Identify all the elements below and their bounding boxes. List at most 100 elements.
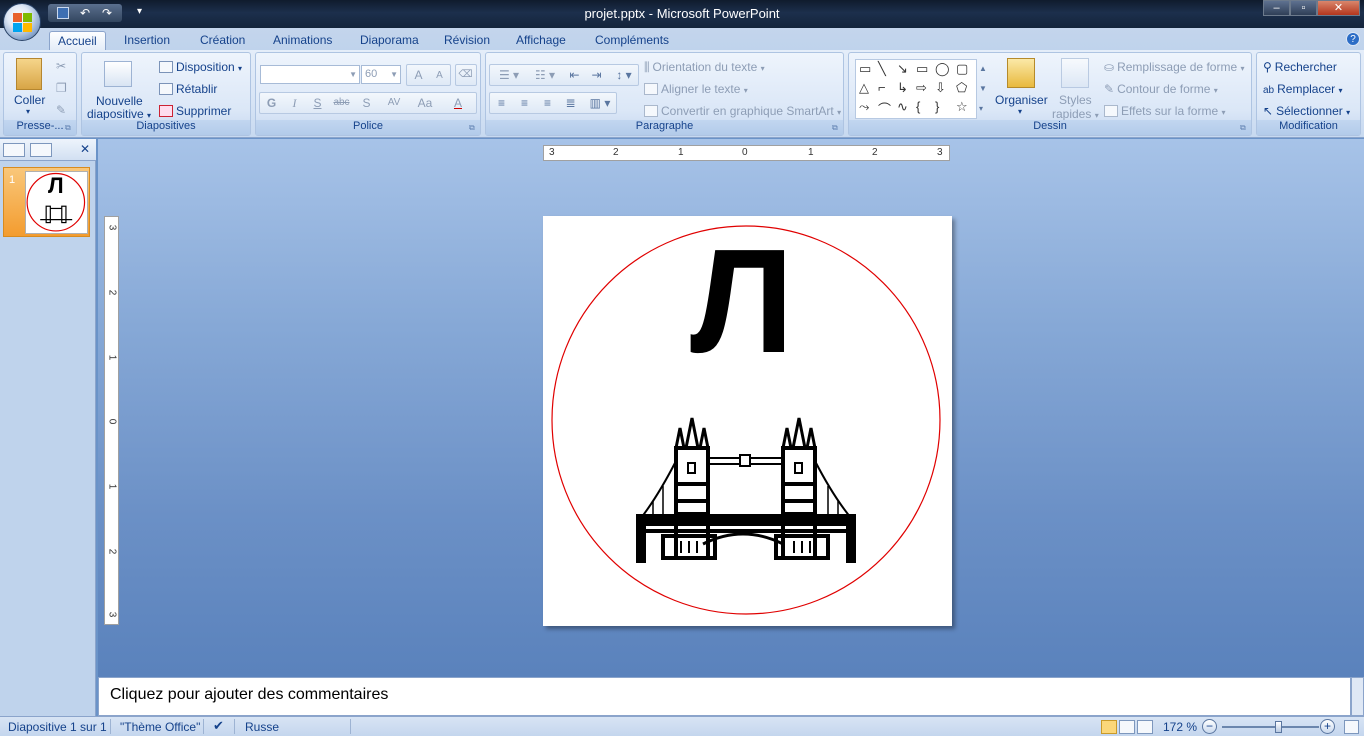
copy-icon[interactable]: ❐ [56,81,67,95]
tab-accueil[interactable]: Accueil [49,31,106,50]
tab-revision[interactable]: Révision [436,31,498,50]
underline-button[interactable]: S [307,93,328,113]
rectangle-shape-icon[interactable]: ▭ [916,61,928,77]
replace-button[interactable]: ab Remplacer ▾ [1263,82,1343,96]
select-button[interactable]: ↖ Sélectionner ▾ [1263,104,1350,118]
align-left-icon[interactable]: ≡ [491,93,512,113]
paste-dropdown-icon[interactable]: ▾ [26,107,30,116]
triangle-shape-icon[interactable]: △ [859,80,869,96]
shrink-font-button[interactable]: A [429,66,450,86]
tab-diaporama[interactable]: Diaporama [352,31,427,50]
tab-complements[interactable]: Compléments [587,31,677,50]
tab-animations[interactable]: Animations [265,31,340,50]
shape-fill-button[interactable]: ⛀ Remplissage de forme ▾ [1104,60,1244,74]
font-launcher-icon[interactable]: ⧉ [469,124,478,133]
increase-indent-icon[interactable]: ⇥ [586,65,607,85]
grow-font-button[interactable]: A [408,65,429,85]
numbering-button[interactable]: ☷ ▾ [528,65,562,85]
change-case-button[interactable]: Aa [412,93,438,113]
close-pane-icon[interactable]: ✕ [80,142,90,156]
spellcheck-icon[interactable]: ✔ [213,718,224,734]
drawing-launcher-icon[interactable]: ⧉ [1240,124,1249,133]
char-spacing-button[interactable]: AV [380,93,408,113]
zoom-slider-thumb[interactable] [1275,721,1282,733]
zoom-level[interactable]: 172 % [1163,720,1197,734]
oval-shape-icon[interactable]: ◯ [935,61,950,77]
columns-button[interactable]: ▥ ▾ [586,93,614,113]
font-color-button[interactable]: A [444,93,472,113]
slideshow-view-icon[interactable] [1137,720,1153,734]
font-name-combo[interactable]: ▼ [260,65,360,84]
clear-formatting-icon[interactable]: ⌫ [455,65,476,85]
find-button[interactable]: ⚲ Rechercher [1263,60,1337,74]
layout-button[interactable]: Disposition ▾ [159,60,242,74]
delete-button[interactable]: Supprimer [159,104,231,118]
paragraph-launcher-icon[interactable]: ⧉ [832,124,841,133]
arrange-button[interactable]: Organiser [995,93,1048,107]
tab-creation[interactable]: Création [192,31,253,50]
close-button[interactable]: ✕ [1317,0,1360,16]
normal-view-icon[interactable] [1101,720,1117,734]
italic-button[interactable]: I [284,93,305,113]
reset-button[interactable]: Rétablir [159,82,217,96]
cut-icon[interactable]: ✂ [56,59,66,73]
bullets-button[interactable]: ☰ ▾ [492,65,526,85]
arrow-line-shape-icon[interactable]: ↘ [897,61,908,77]
smartart-button[interactable]: Convertir en graphique SmartArt ▾ [644,104,841,118]
shadow-button[interactable]: S [356,93,377,113]
format-painter-icon[interactable]: ✎ [56,103,66,117]
tower-bridge-icon[interactable] [636,417,856,563]
arc-shape-icon[interactable]: ⌒ [878,99,891,118]
shape-outline-button[interactable]: ✎ Contour de forme ▾ [1104,82,1218,96]
notes-placeholder[interactable]: Cliquez pour ajouter des commentaires [110,686,388,704]
quick-styles-label-1[interactable]: Styles [1059,93,1092,107]
zoom-in-icon[interactable]: + [1320,719,1335,734]
slide-thumbnail-1[interactable]: 1 Л [3,167,90,237]
right-arrow-shape-icon[interactable]: ⇨ [916,80,927,96]
textbox-shape-icon[interactable]: ▭ [859,61,871,77]
font-size-combo[interactable]: 60 ▼ [361,65,401,84]
clipboard-launcher-icon[interactable]: ⧉ [65,124,74,133]
freeform-shape-icon[interactable]: ⤳ [859,99,869,115]
star-shape-icon[interactable]: ☆ [956,99,968,115]
notes-scrollbar[interactable] [1351,677,1364,716]
cyrillic-letter[interactable]: Л [690,219,794,384]
outline-tab-icon[interactable] [30,143,52,157]
zoom-slider[interactable] [1222,726,1319,728]
line-spacing-button[interactable]: ↕ ▾ [610,65,638,85]
minimize-button[interactable]: – [1263,0,1290,16]
fit-to-window-icon[interactable] [1344,720,1359,734]
slide-canvas[interactable]: Л [543,216,952,626]
shapes-gallery[interactable]: ▭ ╲ ↘ ▭ ◯ ▢ △ ⌐ ↳ ⇨ ⇩ ⬠ ⤳ ⌒ ∿ { } ☆ [855,59,977,119]
slide-sorter-view-icon[interactable] [1119,720,1135,734]
language-status[interactable]: Russe [245,720,279,734]
right-brace-shape-icon[interactable]: } [935,99,939,114]
elbow-arrow-icon[interactable]: ↳ [897,80,908,96]
shape-effects-button[interactable]: Effets sur la forme ▾ [1104,104,1226,118]
pentagon-shape-icon[interactable]: ⬠ [956,80,967,96]
help-icon[interactable]: ? [1346,32,1360,46]
text-direction-button[interactable]: ⫼ Orientation du texte ▾ [644,60,765,75]
zoom-out-icon[interactable]: − [1202,719,1217,734]
new-slide-label-1[interactable]: Nouvelle [96,94,143,108]
quick-styles-button[interactable]: rapides ▾ [1052,107,1099,121]
left-brace-shape-icon[interactable]: { [916,99,920,114]
curve-shape-icon[interactable]: ∿ [897,99,908,115]
decrease-indent-icon[interactable]: ⇤ [564,65,585,85]
office-button[interactable] [3,3,41,41]
strikethrough-button[interactable]: abc [331,93,352,113]
bold-button[interactable]: G [261,93,282,113]
rounded-rect-shape-icon[interactable]: ▢ [956,61,968,77]
align-center-icon[interactable]: ≡ [514,93,535,113]
slides-tab-icon[interactable] [3,143,25,157]
restore-button[interactable]: ▫ [1290,0,1317,16]
down-arrow-shape-icon[interactable]: ⇩ [935,80,946,96]
paste-button[interactable]: Coller [14,93,45,107]
tab-insertion[interactable]: Insertion [116,31,178,50]
align-text-button[interactable]: Aligner le texte ▾ [644,82,748,96]
tab-affichage[interactable]: Affichage [508,31,574,50]
notes-pane[interactable]: Cliquez pour ajouter des commentaires [98,677,1351,716]
shapes-scroll-icon[interactable]: ▲ ▼ ▾ [979,59,987,119]
arrange-dropdown-icon[interactable]: ▾ [1018,107,1022,116]
align-right-icon[interactable]: ≡ [537,93,558,113]
